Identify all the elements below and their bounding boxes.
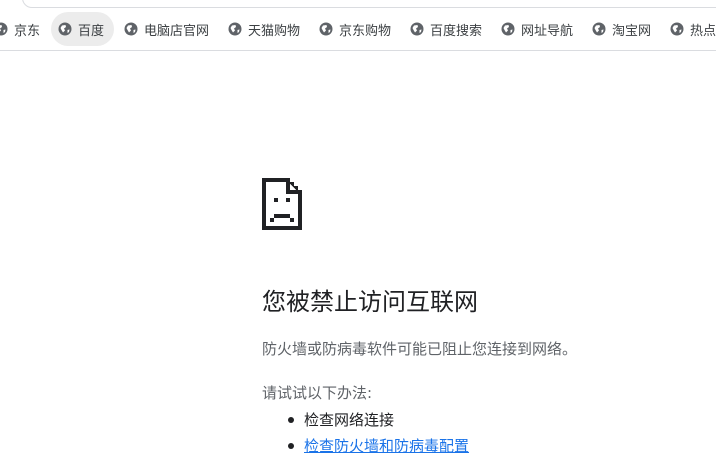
globe-icon	[58, 22, 72, 36]
bookmark-label: 京东购物	[339, 23, 392, 39]
bookmark-baidu-search[interactable]: 百度搜索	[410, 12, 482, 46]
bookmark-diannaodian[interactable]: 电脑店官网	[124, 12, 209, 46]
bookmarks-bar: 京东 百度 电脑店官网 天猫购物 京东购物 百度搜索 网址导航 淘宝网 热点	[0, 0, 716, 56]
bookmark-label: 电脑店官网	[144, 23, 210, 39]
globe-icon	[501, 22, 515, 36]
globe-icon	[228, 22, 242, 36]
bookmark-label: 天猫购物	[248, 23, 301, 39]
bookmark-baidu[interactable]: 百度	[51, 12, 115, 46]
suggestion-check-connection: 检查网络连接	[286, 408, 469, 434]
sad-document-icon	[262, 178, 302, 234]
omnibox-edge[interactable]	[22, 0, 716, 8]
globe-icon	[592, 22, 606, 36]
bookmark-label: 热点	[690, 23, 716, 39]
globe-icon	[319, 22, 333, 36]
suggestions-heading: 请试试以下办法:	[262, 384, 373, 402]
globe-icon	[124, 22, 138, 36]
error-description: 防火墙或防病毒软件可能已阻止您连接到网络。	[262, 340, 578, 358]
globe-icon	[670, 22, 684, 36]
bookmark-hotspot[interactable]: 热点	[670, 12, 716, 46]
bookmark-jd[interactable]: 京东	[0, 12, 40, 46]
bookmarks-bar-divider	[0, 50, 716, 51]
bookmark-url-nav[interactable]: 网址导航	[501, 12, 573, 46]
page-title: 您被禁止访问互联网	[262, 288, 478, 316]
globe-icon	[0, 22, 8, 36]
suggestions-list: 检查网络连接 检查防火墙和防病毒配置	[286, 408, 469, 460]
bookmark-tmall[interactable]: 天猫购物	[228, 12, 300, 46]
suggestion-firewall-link[interactable]: 检查防火墙和防病毒配置	[286, 434, 469, 460]
bookmark-label: 百度搜索	[430, 23, 483, 39]
bookmark-label: 网址导航	[521, 23, 574, 39]
bookmark-jd-shopping[interactable]: 京东购物	[319, 12, 391, 46]
bookmark-label: 百度	[78, 23, 105, 39]
bookmark-label: 京东	[14, 23, 41, 39]
globe-icon	[410, 22, 424, 36]
bookmark-label: 淘宝网	[612, 23, 652, 39]
bookmark-taobao[interactable]: 淘宝网	[592, 12, 651, 46]
